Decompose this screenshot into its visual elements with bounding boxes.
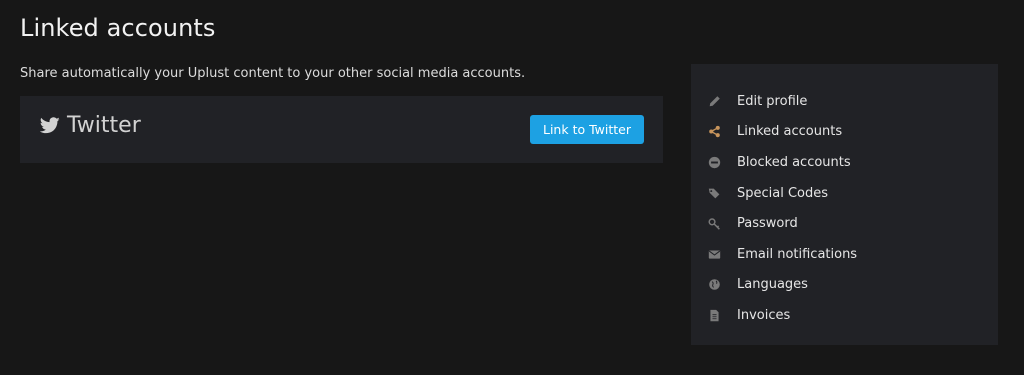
sidebar-item-label: Email notifications	[737, 246, 858, 262]
sidebar-item-edit-profile[interactable]: Edit profile	[691, 86, 998, 117]
sidebar-item-label: Invoices	[737, 307, 791, 323]
pencil-icon	[707, 94, 721, 108]
settings-sidebar: Edit profile Linked accounts Blocked acc…	[691, 64, 998, 345]
sidebar-item-label: Password	[737, 216, 798, 232]
globe-icon	[707, 278, 721, 292]
key-icon	[707, 217, 721, 231]
twitter-account-name: Twitter	[67, 113, 141, 138]
twitter-icon	[40, 117, 67, 134]
sidebar-item-label: Blocked accounts	[737, 154, 851, 170]
twitter-account-heading: Twitter	[40, 113, 141, 138]
page-title: Linked accounts	[20, 14, 216, 42]
sidebar-item-blocked-accounts[interactable]: Blocked accounts	[691, 147, 998, 178]
sidebar-item-label: Edit profile	[737, 93, 808, 109]
sidebar-item-linked-accounts[interactable]: Linked accounts	[691, 117, 998, 148]
tags-icon	[707, 186, 721, 200]
link-to-twitter-button[interactable]: Link to Twitter	[530, 115, 644, 144]
sidebar-item-password[interactable]: Password	[691, 208, 998, 239]
sidebar-item-label: Linked accounts	[737, 124, 843, 140]
envelope-icon	[707, 247, 721, 261]
share-icon	[707, 125, 721, 139]
sidebar-item-email-notifications[interactable]: Email notifications	[691, 239, 998, 270]
sidebar-item-special-codes[interactable]: Special Codes	[691, 178, 998, 209]
linked-accounts-page: Linked accounts Share automatically your…	[0, 0, 1024, 375]
twitter-account-card: Twitter Link to Twitter	[20, 96, 663, 163]
page-description: Share automatically your Uplust content …	[20, 66, 526, 81]
sidebar-item-label: Languages	[737, 277, 808, 293]
sidebar-item-invoices[interactable]: Invoices	[691, 300, 998, 331]
sidebar-item-label: Special Codes	[737, 185, 829, 201]
sidebar-item-languages[interactable]: Languages	[691, 270, 998, 301]
document-icon	[707, 308, 721, 322]
block-icon	[707, 155, 721, 169]
